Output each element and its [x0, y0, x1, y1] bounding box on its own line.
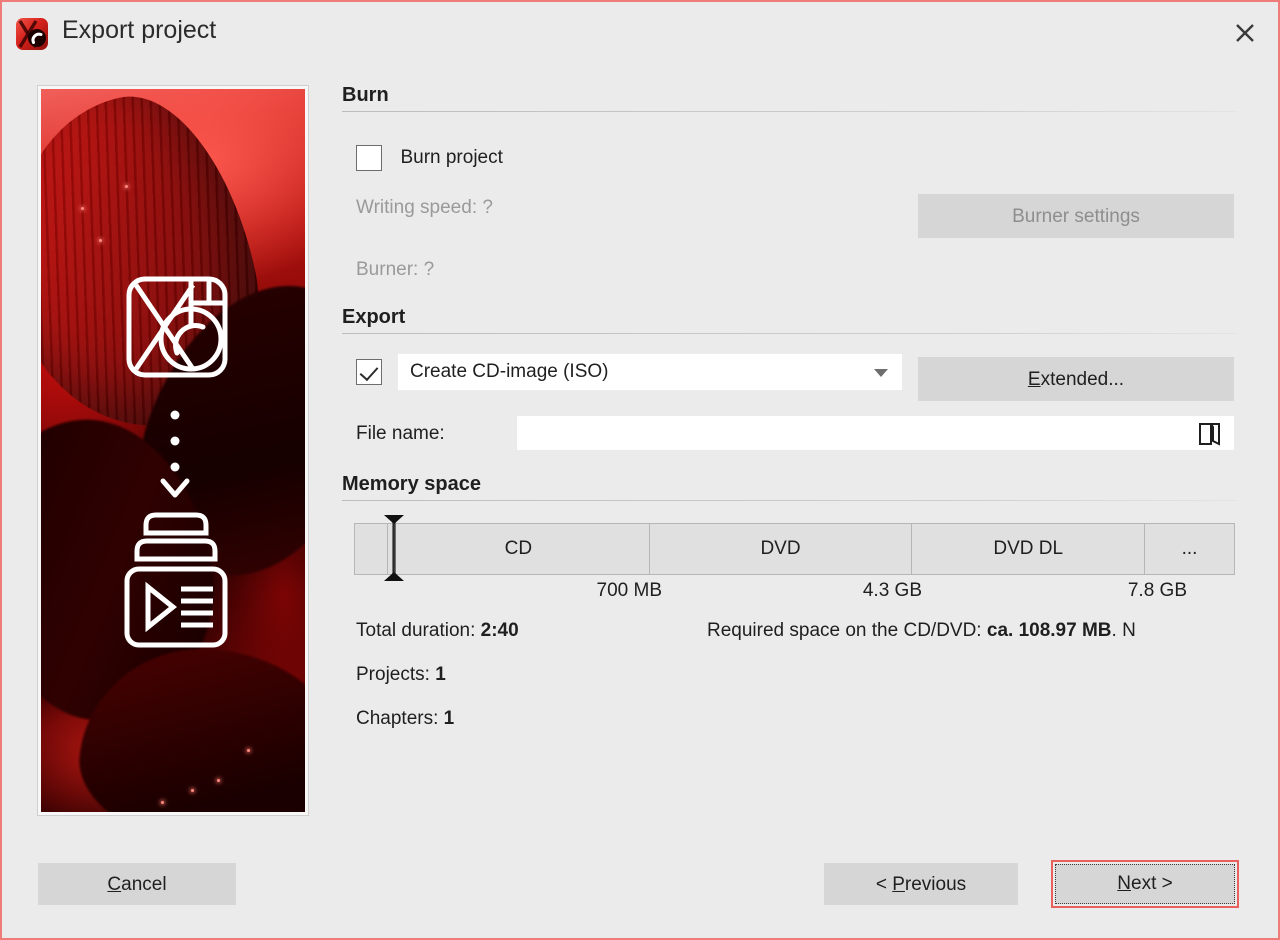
close-icon[interactable]: [1228, 16, 1262, 50]
total-duration-label: Total duration:: [356, 620, 475, 641]
divider-memory: [342, 500, 1238, 501]
file-name-label: File name:: [356, 423, 445, 445]
memory-usage-marker-cap-top: [384, 515, 404, 524]
memory-capacity-dvd-dl: 7.8 GB: [1027, 580, 1187, 602]
previous-button-label: revious: [905, 874, 966, 895]
chapters-value: 1: [444, 708, 455, 729]
extended-button[interactable]: Extended...: [918, 357, 1234, 401]
next-button-face[interactable]: Next >: [1055, 864, 1235, 904]
preview-overlay-icons: [41, 89, 305, 812]
chevron-down-icon: [163, 481, 187, 495]
memory-capacity-cd: 700 MB: [502, 580, 662, 602]
required-space-row: Required space on the CD/DVD: ca. 108.97…: [707, 620, 1136, 642]
memory-segment-dvd: DVD: [650, 524, 913, 574]
required-space-value: ca. 108.97 MB: [987, 620, 1112, 641]
memory-segment-start: [355, 524, 388, 574]
chapters-label: Chapters:: [356, 708, 438, 729]
burn-project-row[interactable]: Burn project: [356, 145, 503, 171]
export-format-dropdown[interactable]: Create CD-image (ISO): [398, 354, 902, 390]
divider-burn: [342, 111, 1238, 112]
memory-segment-more: ...: [1145, 524, 1234, 574]
memory-space-bar[interactable]: CD DVD DVD DL ...: [354, 523, 1235, 575]
memory-usage-marker-cap-bottom: [384, 572, 404, 581]
export-format-checkbox[interactable]: [356, 359, 382, 385]
cancel-button[interactable]: Cancel: [38, 863, 236, 905]
project-logo-icon: [129, 279, 225, 375]
section-title-burn: Burn: [342, 84, 1238, 111]
file-name-input[interactable]: [525, 416, 1199, 452]
title-bar: Export project: [2, 2, 1278, 62]
memory-segment-dvd-dl: DVD DL: [912, 524, 1145, 574]
export-section: Export: [342, 306, 1238, 334]
projects-label: Projects:: [356, 664, 430, 685]
memory-usage-marker: [392, 520, 396, 580]
section-title-export: Export: [342, 306, 1238, 333]
divider-export: [342, 333, 1238, 334]
chevron-down-icon: [874, 369, 888, 377]
burn-project-label: Burn project: [400, 147, 502, 168]
media-export-icon: [127, 515, 225, 645]
cancel-button-label: ancel: [121, 874, 166, 895]
export-format-value: Create CD-image (ISO): [410, 361, 609, 383]
memory-section: Memory space: [342, 473, 1238, 501]
burner-value: Burner: ?: [356, 259, 434, 281]
projects-value: 1: [435, 664, 446, 685]
dots-arrow-down-icon: [171, 411, 180, 472]
required-space-clip: Required space on the CD/DVD: ca. 108.97…: [707, 618, 1237, 648]
extended-button-label: xtended...: [1041, 369, 1124, 390]
writing-speed-value: Writing speed: ?: [356, 197, 493, 219]
projects-row: Projects: 1: [356, 664, 446, 686]
file-name-field[interactable]: [517, 416, 1234, 450]
next-button[interactable]: Next >: [1051, 860, 1239, 908]
required-space-label: Required space on the CD/DVD:: [707, 620, 982, 641]
memory-capacity-dvd: 4.3 GB: [762, 580, 922, 602]
next-button-label: ext >: [1131, 873, 1173, 894]
burn-project-checkbox[interactable]: [356, 145, 382, 171]
settings-pane: Burn: [342, 84, 1238, 112]
previous-button[interactable]: < Previous: [824, 863, 1018, 905]
burner-settings-button[interactable]: Burner settings: [918, 194, 1234, 238]
folder-browse-icon[interactable]: [1198, 421, 1222, 447]
app-logo-glyph: [16, 18, 48, 50]
export-project-dialog: Export project: [0, 0, 1280, 940]
page-title: Export project: [62, 16, 216, 45]
total-duration-row: Total duration: 2:40: [356, 620, 519, 642]
app-logo-icon: [16, 18, 48, 50]
preview-image: [38, 86, 308, 815]
required-space-suffix: . N: [1112, 620, 1136, 641]
memory-segment-cd: CD: [388, 524, 650, 574]
section-title-memory: Memory space: [342, 473, 1238, 500]
chapters-row: Chapters: 1: [356, 708, 454, 730]
total-duration-value: 2:40: [481, 620, 519, 641]
